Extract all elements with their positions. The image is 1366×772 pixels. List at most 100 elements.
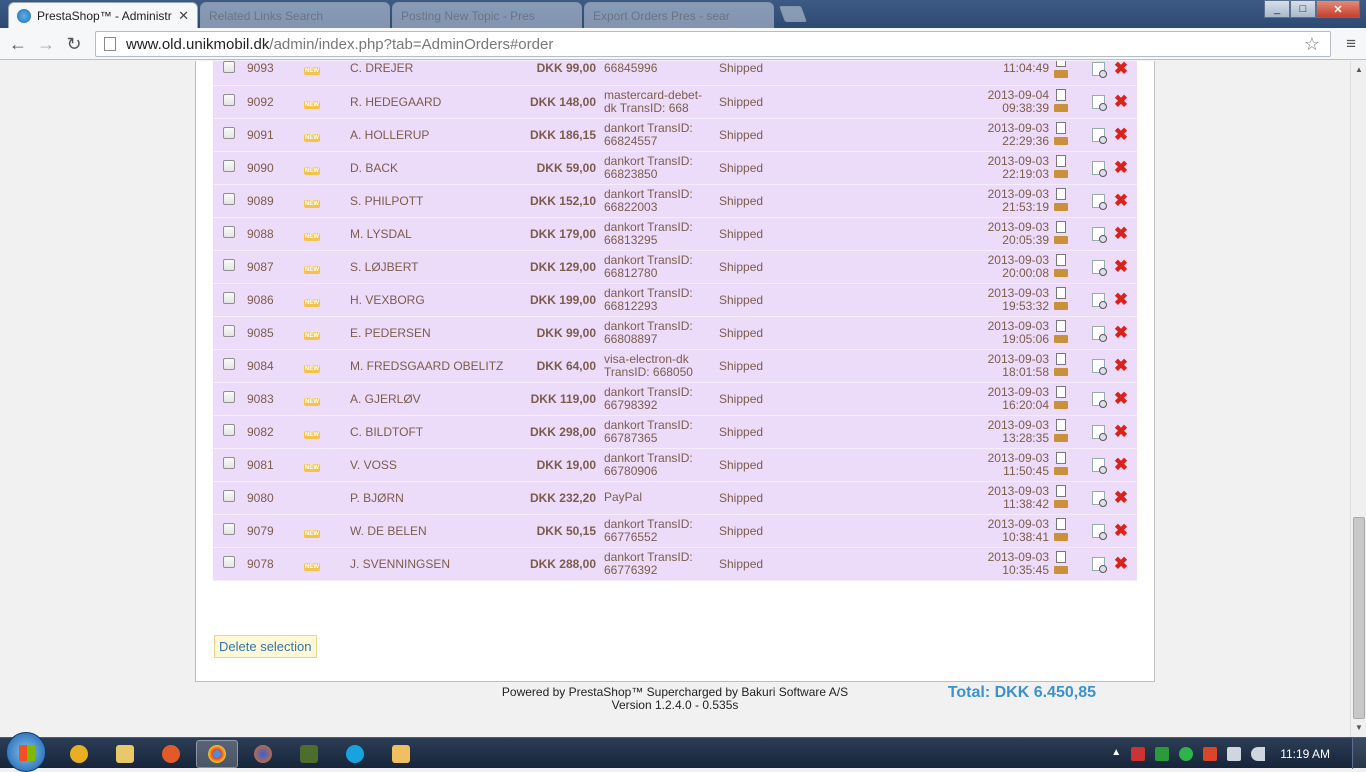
forward-arrow-icon[interactable]: → (34, 32, 58, 56)
invoice-icon[interactable] (1056, 154, 1066, 167)
delete-order-icon[interactable]: ✖ (1114, 455, 1128, 474)
taskbar-explorer[interactable] (104, 740, 146, 768)
chrome-menu-icon[interactable]: ≡ (1346, 34, 1356, 54)
scrollbar-thumb[interactable] (1353, 517, 1365, 719)
view-order-icon[interactable] (1092, 358, 1107, 375)
close-tab-icon[interactable]: ✕ (178, 8, 189, 24)
order-checkbox[interactable] (222, 391, 235, 403)
delete-order-icon[interactable]: ✖ (1114, 61, 1128, 78)
view-order-icon[interactable] (1092, 259, 1107, 276)
delivery-slip-icon[interactable] (1054, 169, 1068, 178)
scroll-up-arrow-icon[interactable]: ▲ (1351, 63, 1366, 77)
taskbar-clock[interactable]: 11:19 AM (1280, 747, 1330, 761)
back-arrow-icon[interactable]: ← (6, 32, 30, 56)
invoice-icon[interactable] (1056, 187, 1066, 200)
view-order-icon[interactable] (1092, 325, 1107, 342)
order-row[interactable]: 9080 P. BJØRN DKK 232,20 PayPal Shipped 2013-… (213, 481, 1137, 515)
delete-order-icon[interactable]: ✖ (1114, 422, 1128, 441)
order-checkbox[interactable] (222, 94, 235, 106)
delivery-slip-icon[interactable] (1054, 532, 1068, 541)
delete-order-icon[interactable]: ✖ (1114, 488, 1128, 507)
order-row[interactable]: 9079 NEW W. DE BELEN DKK 50,15 dankort Trans… (213, 514, 1137, 548)
delete-order-icon[interactable]: ✖ (1114, 158, 1128, 177)
delivery-slip-icon[interactable] (1054, 433, 1068, 442)
delivery-slip-icon[interactable] (1054, 70, 1068, 78)
invoice-icon[interactable] (1056, 319, 1066, 332)
order-row[interactable]: 9093 NEW C. DREJER DKK 99,00 66845996 Shipped… (213, 61, 1137, 86)
tray-alert-icon[interactable] (1203, 746, 1218, 761)
order-row[interactable]: 9088 NEW M. LYSDAL DKK 179,00 dankort TransI… (213, 217, 1137, 251)
order-checkbox[interactable] (222, 424, 235, 436)
invoice-icon[interactable] (1056, 352, 1066, 365)
order-checkbox[interactable] (222, 61, 235, 73)
invoice-icon[interactable] (1056, 253, 1066, 266)
view-order-icon[interactable] (1092, 457, 1107, 474)
delete-order-icon[interactable]: ✖ (1114, 554, 1128, 573)
delivery-slip-icon[interactable] (1054, 268, 1068, 277)
delete-order-icon[interactable]: ✖ (1114, 521, 1128, 540)
view-order-icon[interactable] (1092, 523, 1107, 540)
delete-order-icon[interactable]: ✖ (1114, 323, 1128, 342)
view-order-icon[interactable] (1092, 193, 1107, 210)
taskbar-dreamweaver[interactable] (288, 740, 330, 768)
view-order-icon[interactable] (1092, 292, 1107, 309)
delete-selection-button[interactable]: Delete selection (214, 635, 317, 658)
invoice-icon[interactable] (1056, 286, 1066, 299)
delete-order-icon[interactable]: ✖ (1114, 290, 1128, 309)
view-order-icon[interactable] (1092, 160, 1107, 177)
show-desktop-button[interactable] (1352, 738, 1366, 769)
invoice-icon[interactable] (1056, 550, 1066, 563)
delivery-slip-icon[interactable] (1054, 235, 1068, 244)
delivery-slip-icon[interactable] (1054, 103, 1068, 112)
order-row[interactable]: 9083 NEW A. GJERLØV DKK 119,00 dankort Trans… (213, 382, 1137, 416)
order-checkbox[interactable] (222, 193, 235, 205)
order-row[interactable]: 9078 NEW J. SVENNINGSEN DKK 288,00 dankort T… (213, 547, 1137, 581)
delivery-slip-icon[interactable] (1054, 565, 1068, 574)
taskbar-app-8[interactable] (380, 740, 422, 768)
show-hidden-icons-icon[interactable]: ▲ (1111, 747, 1121, 761)
invoice-icon[interactable] (1056, 517, 1066, 530)
order-row[interactable]: 9082 NEW C. BILDTOFT DKK 298,00 dankort Tran… (213, 415, 1137, 449)
taskbar-app-1[interactable] (58, 740, 100, 768)
invoice-icon[interactable] (1056, 385, 1066, 398)
taskbar-chrome[interactable] (196, 740, 238, 768)
new-tab-button[interactable] (779, 6, 807, 22)
order-row[interactable]: 9092 NEW R. HEDEGAARD DKK 148,00 mastercard-… (213, 85, 1137, 119)
bookmark-star-icon[interactable]: ☆ (1304, 34, 1320, 55)
tray-shield-icon[interactable] (1155, 746, 1170, 761)
start-button[interactable] (6, 732, 46, 772)
taskbar-app-3[interactable] (150, 740, 192, 768)
order-checkbox[interactable] (222, 358, 235, 370)
invoice-icon[interactable] (1056, 418, 1066, 431)
invoice-icon[interactable] (1056, 220, 1066, 233)
order-checkbox[interactable] (222, 226, 235, 238)
delivery-slip-icon[interactable] (1054, 499, 1068, 508)
delivery-slip-icon[interactable] (1054, 136, 1068, 145)
delete-order-icon[interactable]: ✖ (1114, 125, 1128, 144)
order-checkbox[interactable] (222, 457, 235, 469)
delete-order-icon[interactable]: ✖ (1114, 191, 1128, 210)
order-row[interactable]: 9087 NEW S. LØJBERT DKK 129,00 dankort Trans… (213, 250, 1137, 284)
order-checkbox[interactable] (222, 292, 235, 304)
order-checkbox[interactable] (222, 556, 235, 568)
view-order-icon[interactable] (1092, 391, 1107, 408)
tray-sync-icon[interactable] (1179, 746, 1194, 761)
order-row[interactable]: 9091 NEW A. HOLLERUP DKK 186,15 dankort Tran… (213, 118, 1137, 152)
order-checkbox[interactable] (222, 490, 235, 502)
address-bar[interactable]: www.old.unikmobil.dk/admin/index.php?tab… (95, 31, 1331, 57)
delivery-slip-icon[interactable] (1054, 301, 1068, 310)
minimize-button[interactable]: _ (1264, 0, 1290, 18)
view-order-icon[interactable] (1092, 226, 1107, 243)
tab-background-3[interactable]: Export Orders Pres - sear (584, 2, 774, 28)
invoice-icon[interactable] (1056, 451, 1066, 464)
delivery-slip-icon[interactable] (1054, 202, 1068, 211)
order-checkbox[interactable] (222, 325, 235, 337)
delete-order-icon[interactable]: ✖ (1114, 356, 1128, 375)
taskbar-skype[interactable] (334, 740, 376, 768)
reload-icon[interactable]: ↻ (62, 32, 86, 56)
view-order-icon[interactable] (1092, 490, 1107, 507)
invoice-icon[interactable] (1056, 61, 1066, 67)
volume-icon[interactable] (1251, 746, 1266, 761)
tab-background-1[interactable]: Related Links Search (200, 2, 390, 28)
order-row[interactable]: 9090 NEW D. BACK DKK 59,00 dankort TransID: 6… (213, 151, 1137, 185)
